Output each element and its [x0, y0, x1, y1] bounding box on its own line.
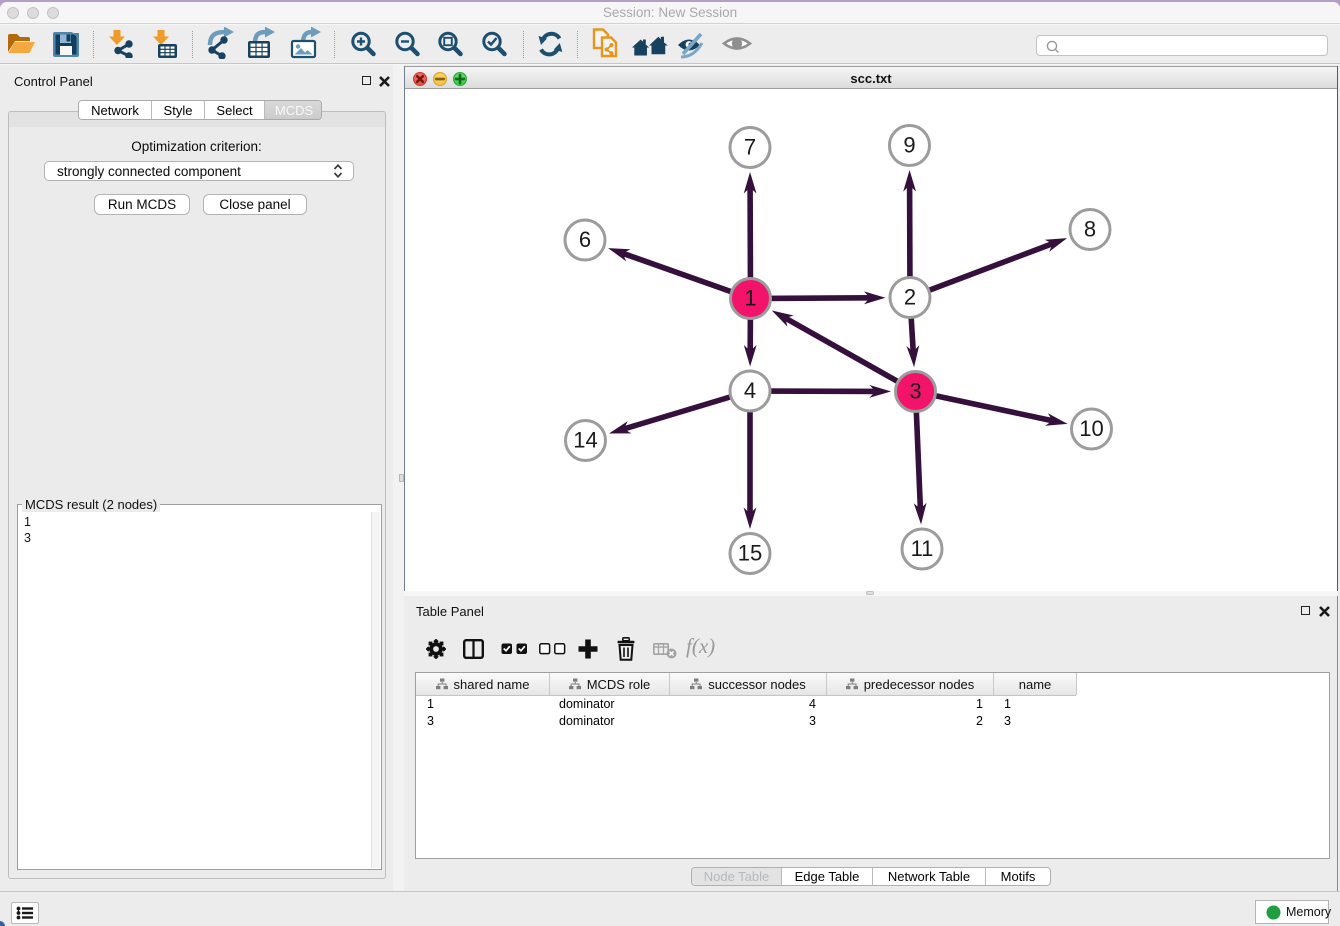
svg-text:7: 7 [744, 135, 756, 160]
svg-text:2: 2 [904, 285, 916, 310]
svg-text:3: 3 [909, 379, 921, 404]
svg-text:14: 14 [573, 428, 597, 453]
svg-text:9: 9 [903, 133, 915, 158]
svg-text:11: 11 [911, 536, 934, 561]
svg-text:15: 15 [738, 541, 762, 566]
svg-text:1: 1 [744, 286, 756, 311]
svg-text:10: 10 [1079, 416, 1103, 441]
svg-text:8: 8 [1084, 217, 1096, 242]
svg-text:6: 6 [579, 227, 591, 252]
svg-text:4: 4 [744, 378, 756, 403]
